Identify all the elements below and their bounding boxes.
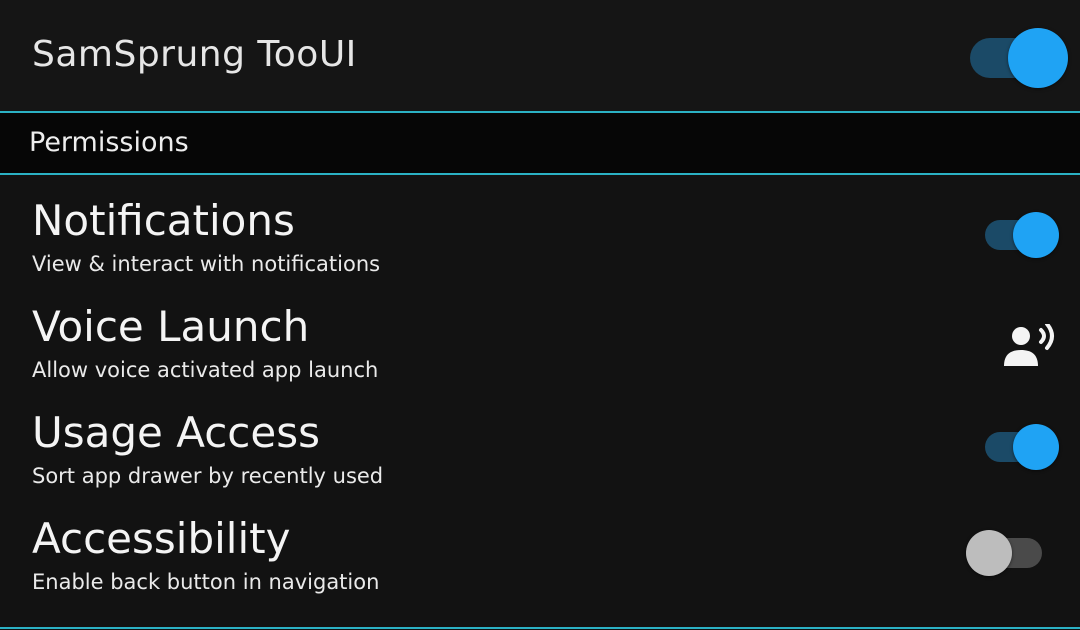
app-header: SamSprung TooUI	[0, 0, 1080, 112]
notifications-toggle[interactable]	[985, 212, 1059, 258]
usage-access-subtitle: Sort app drawer by recently used	[32, 464, 384, 488]
usage-access-toggle-thumb[interactable]	[1013, 424, 1059, 470]
accessibility-toggle-thumb[interactable]	[966, 530, 1012, 576]
accessibility-subtitle: Enable back button in navigation	[32, 570, 380, 594]
section-divider	[0, 173, 1080, 175]
accessibility-setting-row[interactable]: Accessibility Enable back button in navi…	[0, 514, 1080, 620]
bottom-divider	[0, 627, 1080, 629]
usage-access-setting-row[interactable]: Usage Access Sort app drawer by recently…	[0, 408, 1080, 514]
voice-launch-title: Voice Launch	[32, 302, 310, 351]
voice-launch-subtitle: Allow voice activated app launch	[32, 358, 379, 382]
usage-access-toggle[interactable]	[985, 424, 1059, 470]
record-voice-icon[interactable]	[1003, 324, 1057, 368]
notifications-subtitle: View & interact with notifications	[32, 252, 381, 276]
voice-launch-setting-row[interactable]: Voice Launch Allow voice activated app l…	[0, 302, 1080, 408]
app-title: SamSprung TooUI	[32, 34, 357, 75]
master-toggle[interactable]	[970, 28, 1068, 88]
notifications-title: Notifications	[32, 196, 295, 245]
section-title: Permissions	[29, 127, 189, 158]
notifications-toggle-thumb[interactable]	[1013, 212, 1059, 258]
accessibility-toggle[interactable]	[966, 530, 1042, 576]
accessibility-title: Accessibility	[32, 514, 291, 563]
master-toggle-thumb[interactable]	[1008, 28, 1068, 88]
notifications-setting-row[interactable]: Notifications View & interact with notif…	[0, 196, 1080, 302]
usage-access-title: Usage Access	[32, 408, 320, 457]
permissions-section-header: Permissions	[0, 113, 1080, 174]
